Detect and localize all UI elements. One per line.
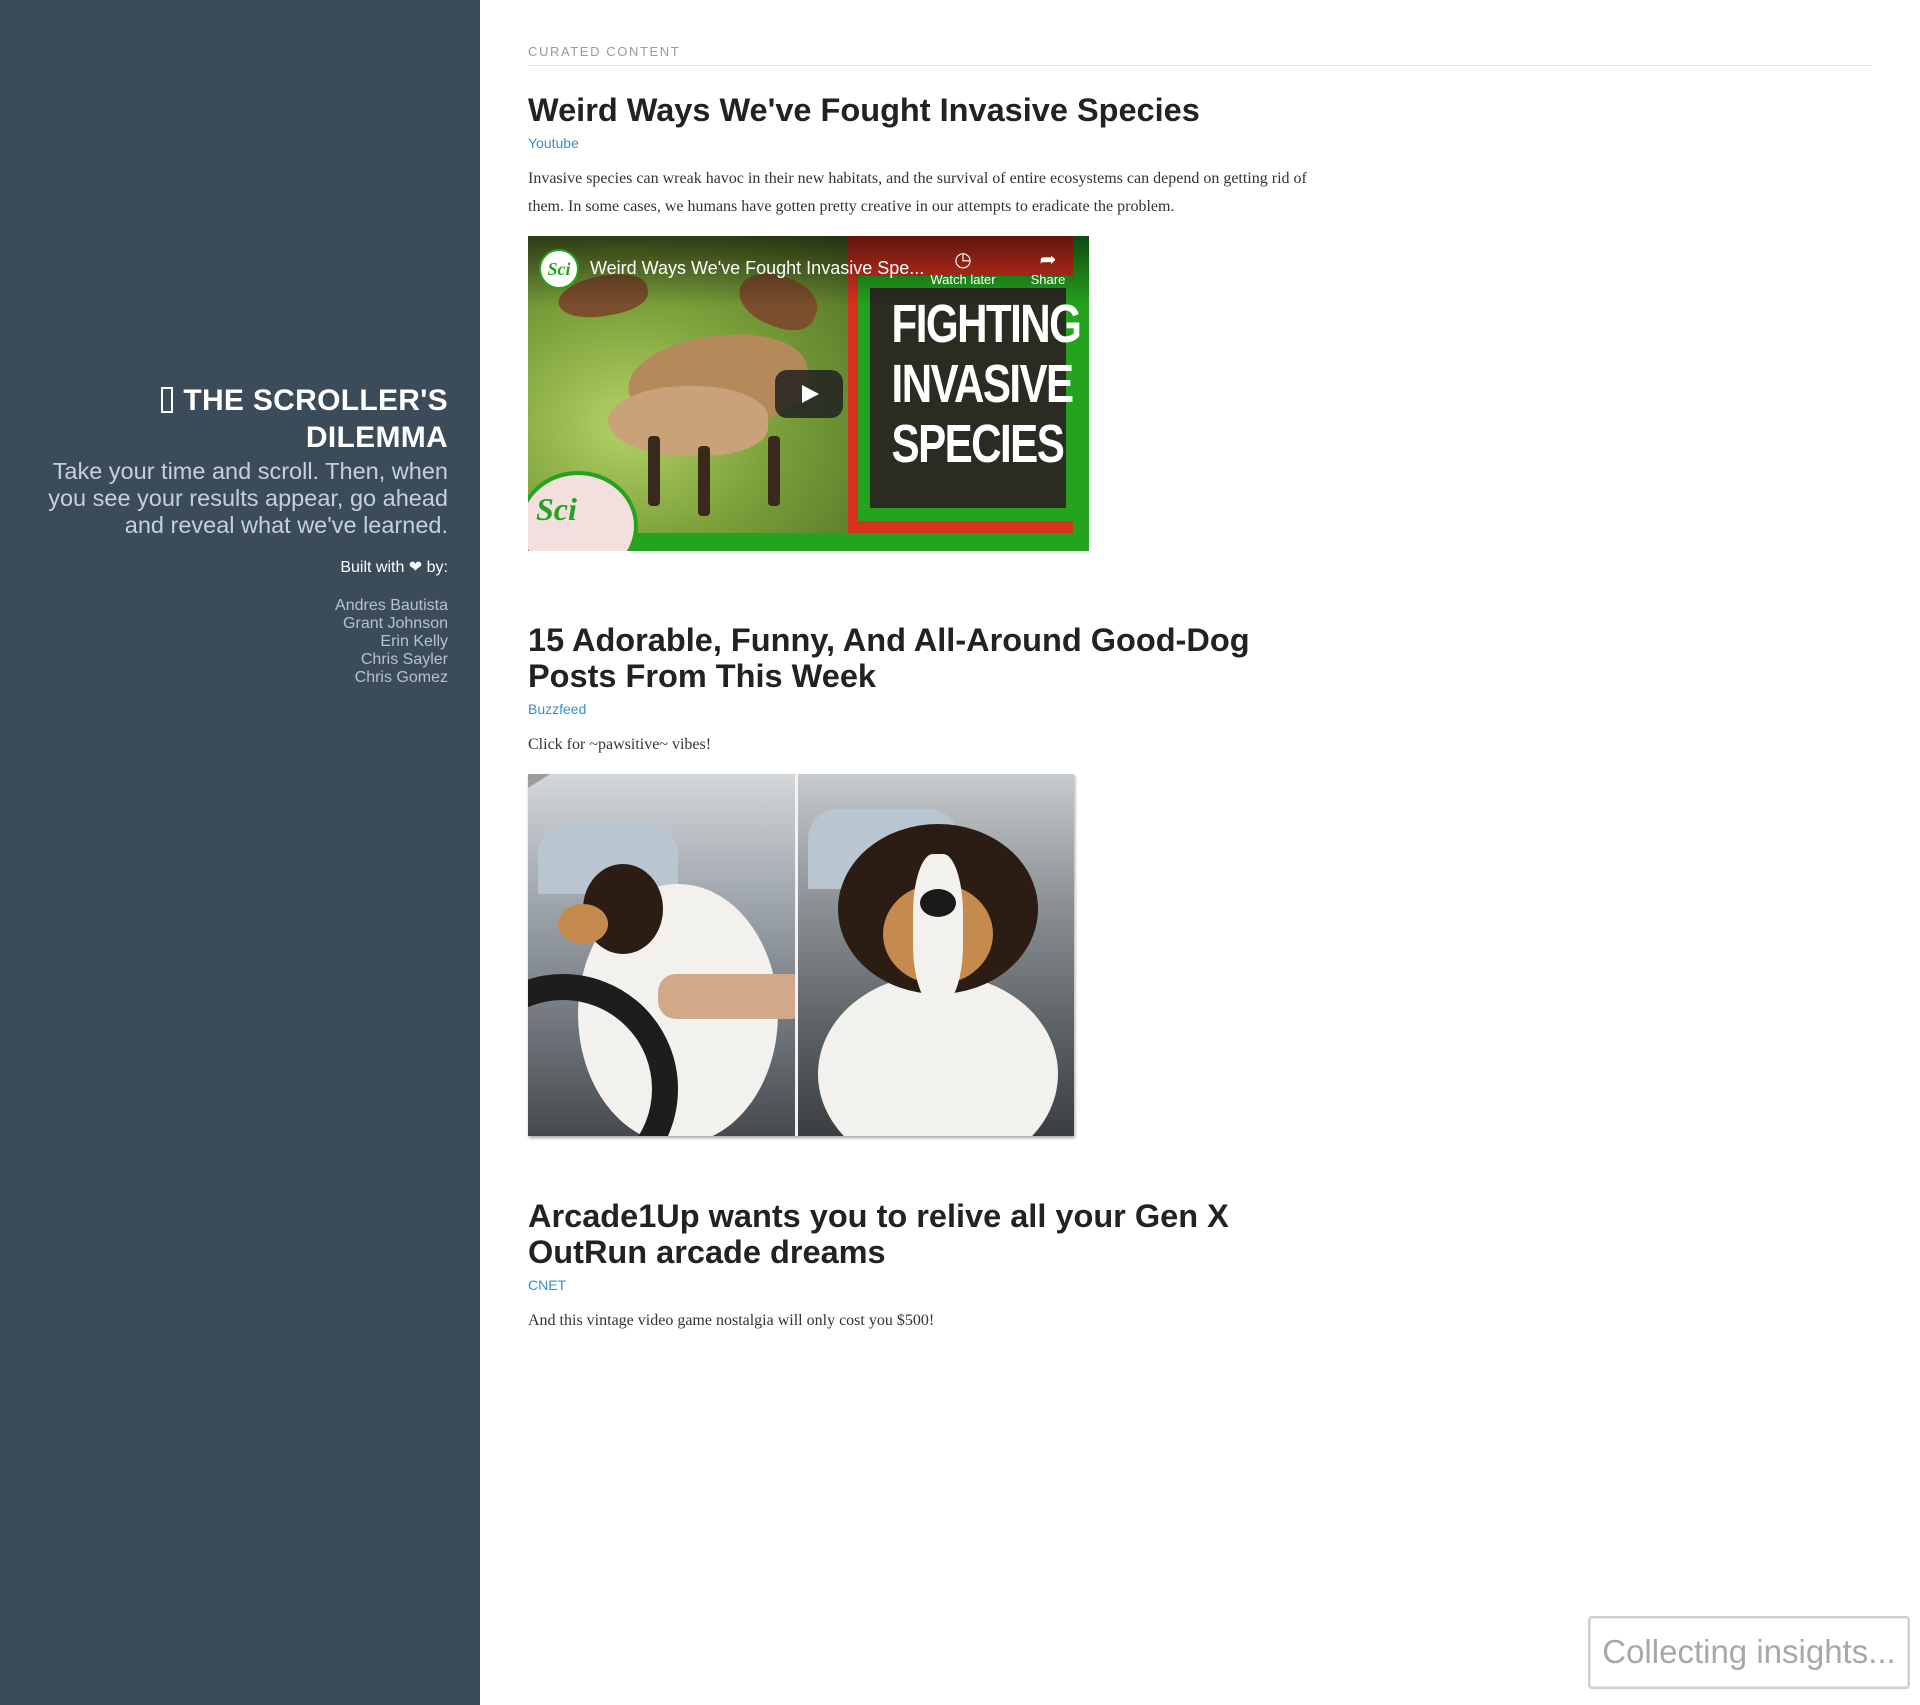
- play-button[interactable]: [775, 370, 843, 418]
- image-corner: [528, 774, 550, 788]
- author-list: Andres Bautista Grant Johnson Erin Kelly…: [28, 597, 448, 687]
- article-source-link[interactable]: Youtube: [528, 135, 579, 151]
- watch-later-button[interactable]: ◷ Watch later: [923, 248, 1003, 287]
- article-source-link[interactable]: CNET: [528, 1277, 566, 1293]
- author-name: Grant Johnson: [343, 615, 448, 632]
- sidebar-content: THE SCROLLER'S DILEMMA Take your time an…: [28, 382, 448, 687]
- article-title[interactable]: Arcade1Up wants you to relive all your G…: [528, 1198, 1308, 1270]
- dog-muzzle: [558, 904, 608, 944]
- goat-leg: [768, 436, 780, 506]
- built-with-suffix: by:: [426, 559, 448, 576]
- thumbnail-title: FIGHTING INVASIVE SPECIES: [891, 294, 1082, 474]
- article-card: Weird Ways We've Fought Invasive Species…: [528, 92, 1308, 551]
- article-description: Invasive species can wreak havoc in thei…: [528, 170, 1307, 215]
- goat-shape: [608, 386, 768, 456]
- heart-icon: ❤: [408, 559, 423, 576]
- built-with: Built with ❤ by:: [28, 557, 448, 577]
- person-arm: [658, 974, 795, 1019]
- share-label: Share: [1030, 272, 1066, 287]
- share-icon: ➦: [1039, 249, 1057, 271]
- dog-nose: [920, 889, 956, 917]
- author-name: Erin Kelly: [380, 633, 448, 650]
- dog-blaze: [913, 854, 963, 1004]
- article-title[interactable]: Weird Ways We've Fought Invasive Species: [528, 92, 1308, 128]
- share-button[interactable]: ➦ Share: [1018, 248, 1078, 287]
- play-icon: [802, 385, 819, 403]
- author-name: Chris Gomez: [354, 669, 448, 686]
- dog-photo-left: [528, 774, 795, 1136]
- author-name: Chris Sayler: [360, 651, 448, 668]
- author-name: Andres Bautista: [335, 597, 448, 614]
- article-description: And this vintage video game nostalgia wi…: [528, 1312, 935, 1329]
- collecting-insights-button[interactable]: Collecting insights...: [1588, 1616, 1910, 1689]
- site-title: THE SCROLLER'S DILEMMA: [28, 382, 448, 456]
- article-card: 15 Adorable, Funny, And All-Around Good-…: [528, 622, 1308, 1136]
- article-title[interactable]: 15 Adorable, Funny, And All-Around Good-…: [528, 622, 1308, 694]
- tagline: Take your time and scroll. Then, when yo…: [48, 458, 448, 538]
- section-label: CURATED CONTENT: [528, 44, 1872, 66]
- site-title-text: THE SCROLLER'S DILEMMA: [183, 384, 448, 454]
- article-image[interactable]: [528, 774, 1074, 1136]
- article-source-link[interactable]: Buzzfeed: [528, 701, 586, 717]
- sidebar: THE SCROLLER'S DILEMMA Take your time an…: [0, 0, 480, 1705]
- goat-leg: [698, 446, 710, 516]
- article-card: Arcade1Up wants you to relive all your G…: [528, 1198, 1308, 1335]
- goat-leg: [648, 436, 660, 506]
- built-with-prefix: Built with: [340, 559, 405, 576]
- channel-avatar[interactable]: Sci: [539, 249, 579, 289]
- video-title-link[interactable]: Weird Ways We've Fought Invasive Spe...: [590, 258, 930, 279]
- dog-photo-right: [798, 774, 1074, 1136]
- watch-later-label: Watch later: [930, 272, 996, 287]
- channel-watermark-text: Sci: [536, 491, 577, 527]
- thumbnail-title-line: INVASIVE: [891, 354, 1075, 414]
- video-embed[interactable]: FIGHTING INVASIVE SPECIES Sci Sci Weird …: [528, 236, 1089, 551]
- article-description: Click for ~pawsitive~ vibes!: [528, 736, 712, 753]
- thumbnail-title-line: SPECIES: [891, 414, 1065, 474]
- clock-icon: ◷: [954, 249, 972, 271]
- app-logo-icon: [161, 387, 174, 413]
